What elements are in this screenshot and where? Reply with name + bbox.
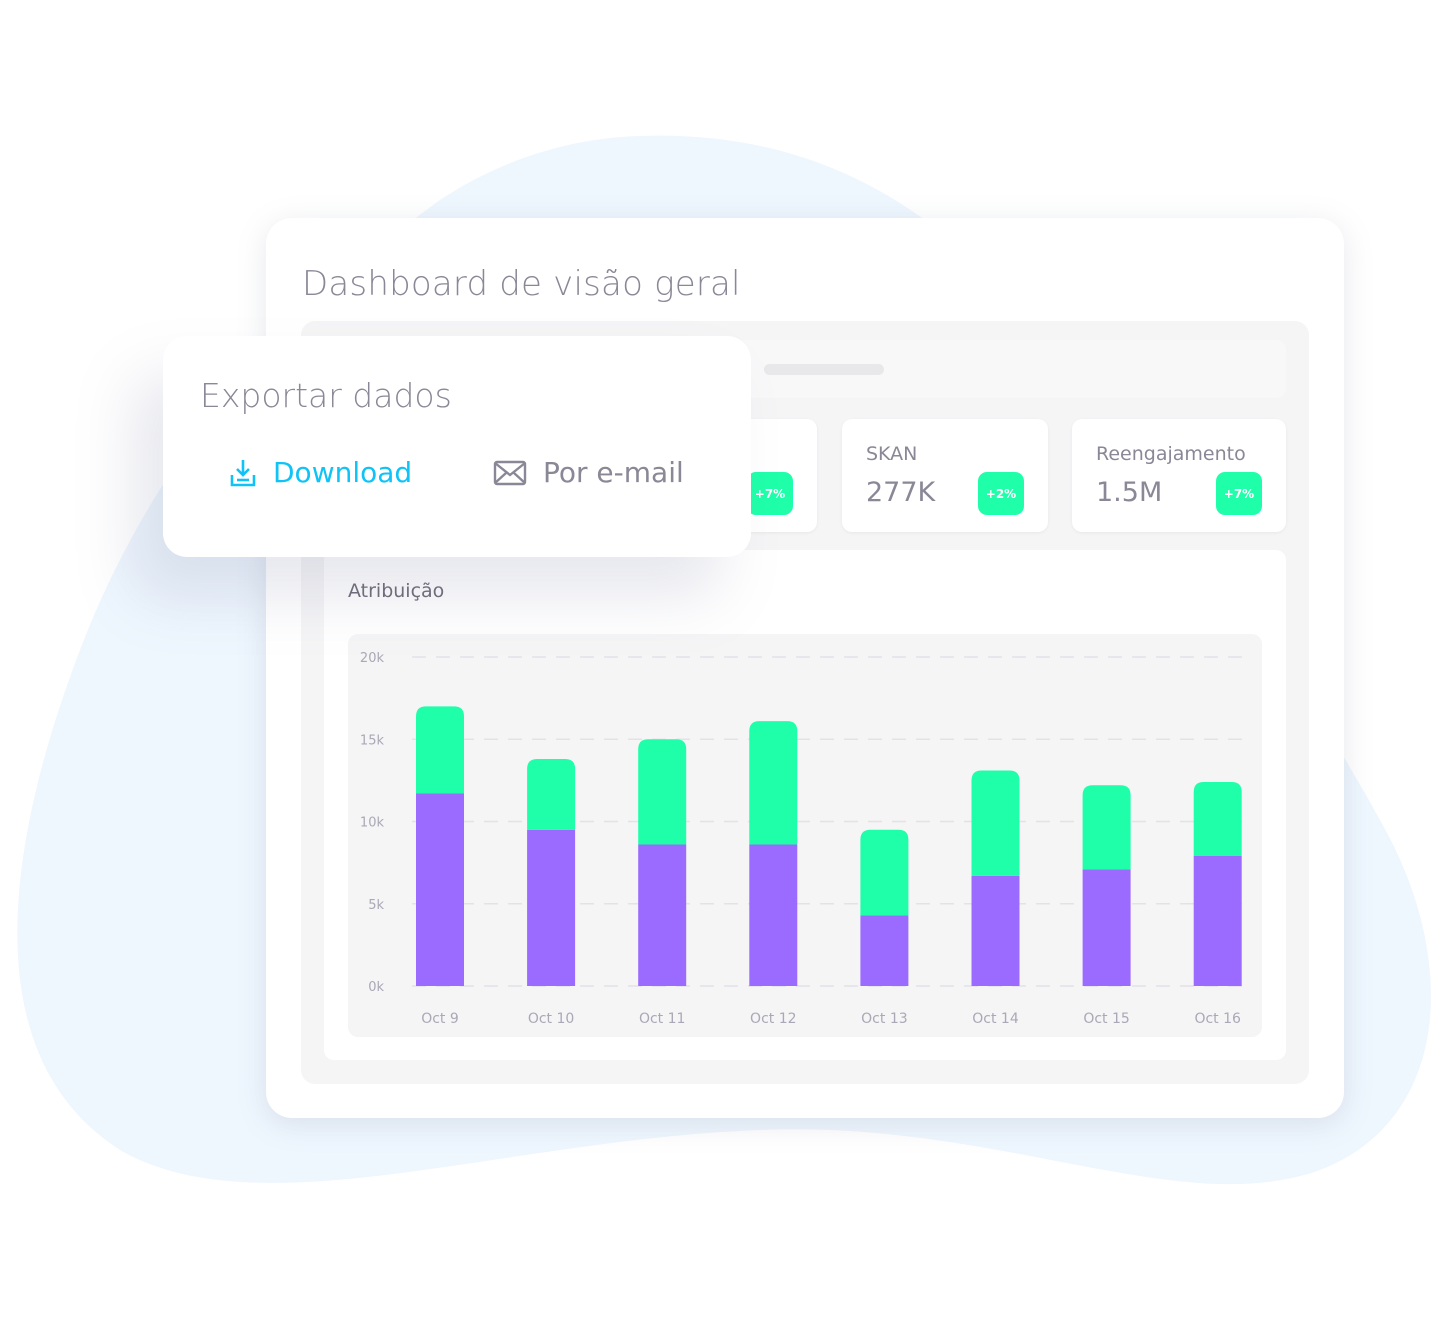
kpi-value: 1.5M bbox=[1096, 477, 1163, 508]
y-tick-label: 5k bbox=[368, 898, 384, 913]
chart-plot-area: 0k 5k 10k 15k 20k Oct 9 Oct 10 Oct 11 Oct 12 Oct … bbox=[348, 634, 1262, 1037]
attribution-chart: 0k 5k 10k 15k 20k Oct 9 Oct 10 Oct 11 Oct 12 Oct … bbox=[360, 651, 1252, 1027]
skeleton-placeholder bbox=[764, 364, 884, 375]
x-tick-label: Oct 9 bbox=[421, 1011, 459, 1027]
y-tick-label: 20k bbox=[360, 651, 385, 666]
x-tick-label: Oct 13 bbox=[861, 1011, 907, 1027]
x-tick-label: Oct 16 bbox=[1194, 1011, 1241, 1027]
page-title: Dashboard de visão geral bbox=[302, 264, 741, 304]
kpi-label: Reengajamento bbox=[1096, 443, 1246, 465]
x-tick-label: Oct 12 bbox=[750, 1011, 796, 1027]
y-tick-label: 10k bbox=[360, 816, 385, 831]
bar-segment bbox=[416, 793, 464, 986]
bar-segment bbox=[971, 875, 1020, 986]
email-button[interactable]: Por e-mail bbox=[493, 456, 684, 489]
bar-segment bbox=[638, 739, 687, 845]
download-button[interactable]: Download bbox=[229, 456, 412, 489]
download-tray-icon bbox=[230, 459, 256, 486]
bar-segment bbox=[749, 721, 798, 845]
x-tick-label: Oct 10 bbox=[528, 1011, 574, 1027]
bar-segment bbox=[860, 829, 909, 916]
attribution-chart-card: Atribuição 0k 5k 10k 15k 20k Oct 9 Oct 10 Oct 1… bbox=[324, 550, 1286, 1060]
bar-segment bbox=[1193, 782, 1242, 857]
kpi-value: 277K bbox=[866, 477, 936, 508]
bar-segment bbox=[638, 844, 687, 986]
kpi-label: SKAN bbox=[866, 443, 918, 465]
y-tick-label: 15k bbox=[360, 733, 385, 748]
kpi-badge: +7% bbox=[747, 472, 793, 515]
bar-segment bbox=[749, 844, 798, 986]
bar-segment bbox=[860, 915, 909, 986]
kpi-card-reengajamento: Reengajamento 1.5M +7% bbox=[1072, 419, 1286, 532]
bar-segment bbox=[1082, 785, 1131, 870]
bar-segment bbox=[416, 706, 464, 794]
envelope-icon bbox=[493, 460, 527, 485]
x-tick-label: Oct 14 bbox=[972, 1011, 1019, 1027]
x-tick-label: Oct 15 bbox=[1083, 1011, 1129, 1027]
bar-segment bbox=[527, 758, 576, 830]
kpi-badge: +7% bbox=[1216, 472, 1262, 515]
y-tick-label: 0k bbox=[368, 980, 384, 995]
export-title: Exportar dados bbox=[200, 376, 452, 415]
bar-segment bbox=[1193, 856, 1242, 986]
kpi-card-skan: SKAN 277K +2% bbox=[842, 419, 1048, 532]
chart-title: Atribuição bbox=[348, 580, 445, 602]
export-data-popup: Exportar dados Download Por e-mail bbox=[163, 336, 751, 557]
bar-segment bbox=[527, 829, 576, 986]
kpi-badge: +2% bbox=[978, 472, 1024, 515]
x-tick-label: Oct 11 bbox=[639, 1011, 685, 1027]
download-label: Download bbox=[273, 456, 413, 489]
bar-segment bbox=[971, 770, 1020, 876]
bar-segment bbox=[1082, 869, 1131, 986]
email-label: Por e-mail bbox=[543, 456, 684, 489]
